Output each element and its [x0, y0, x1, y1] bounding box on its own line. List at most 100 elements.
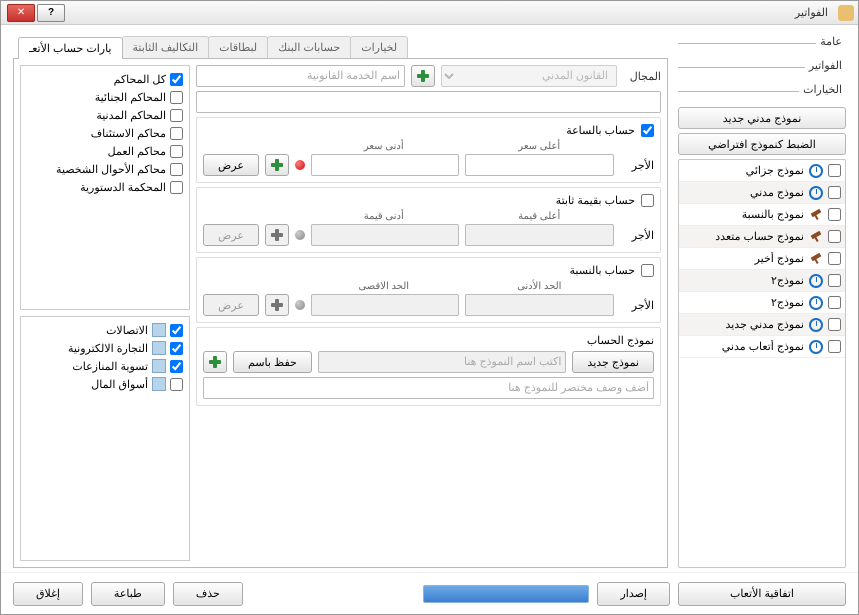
court-checkbox[interactable] [170, 73, 183, 86]
model-list-item[interactable]: نموذج أخير [679, 248, 845, 270]
close-button[interactable]: إغلاق [13, 582, 83, 606]
court-row[interactable]: المحاكم المدنية [27, 106, 183, 124]
hourly-title: حساب بالساعة [566, 124, 635, 137]
tab-1[interactable]: التكاليف الثابتة [122, 36, 210, 58]
progress-bar [423, 585, 589, 603]
court-row[interactable]: المحاكم الجنائية [27, 88, 183, 106]
model-item-checkbox[interactable] [828, 340, 841, 353]
service-full-input[interactable] [196, 91, 661, 113]
percent-view-button: عرض [203, 294, 259, 316]
print-button[interactable]: طباعة [91, 582, 165, 606]
category-checkbox[interactable] [170, 324, 183, 337]
court-row[interactable]: محاكم الاستئناف [27, 124, 183, 142]
model-item-label: نموذج حساب متعدد [683, 230, 804, 243]
model-item-checkbox[interactable] [828, 274, 841, 287]
app-icon [838, 5, 854, 21]
category-row[interactable]: الاتصالات [27, 321, 183, 339]
tab-3[interactable]: حسابات البنك [267, 36, 351, 58]
category-checkbox[interactable] [170, 342, 183, 355]
model-list-item[interactable]: نموذج٢ [679, 270, 845, 292]
model-list-item[interactable]: نموذج مدني [679, 182, 845, 204]
field-select: القانون المدني [441, 65, 617, 87]
field-add-button[interactable] [411, 65, 435, 87]
category-row[interactable]: التجارة الالكترونية [27, 339, 183, 357]
issue-button[interactable]: إصدار [597, 582, 670, 606]
category-icon [152, 359, 166, 373]
category-icon [152, 341, 166, 355]
model-list-item[interactable]: نموذج أتعاب مدني [679, 336, 845, 358]
footer: اتفاقية الأتعاب إصدار حذف طباعة إغلاق [1, 572, 858, 614]
model-list-item[interactable]: نموذج بالنسبة [679, 204, 845, 226]
hourly-checkbox[interactable] [641, 124, 654, 137]
plus-icon [271, 159, 283, 171]
court-row[interactable]: محاكم العمل [27, 142, 183, 160]
clock-icon [808, 273, 824, 289]
model-new-button[interactable]: نموذج جديد [572, 351, 654, 373]
tab-2[interactable]: لبطاقات [208, 36, 268, 58]
model-item-checkbox[interactable] [828, 208, 841, 221]
model-item-checkbox[interactable] [828, 186, 841, 199]
model-item-checkbox[interactable] [828, 230, 841, 243]
window-help-button[interactable]: ? [37, 4, 65, 22]
hammer-icon [808, 251, 824, 267]
category-row[interactable]: أسواق المال [27, 375, 183, 393]
model-item-label: نموذج أتعاب مدني [683, 340, 804, 353]
model-list-item[interactable]: نموذج جزائي [679, 160, 845, 182]
court-checkbox[interactable] [170, 109, 183, 122]
model-item-checkbox[interactable] [828, 318, 841, 331]
set-default-model-button[interactable]: الضبط كنموذج افتراضي [678, 133, 846, 155]
category-icon [152, 323, 166, 337]
court-row[interactable]: كل المحاكم [27, 70, 183, 88]
court-row[interactable]: المحكمة الدستورية [27, 178, 183, 196]
court-checkbox[interactable] [170, 163, 183, 176]
court-label: محاكم العمل [108, 145, 166, 158]
sidebar-section-general: عامة [678, 35, 846, 51]
field-label: المجال [623, 70, 661, 83]
new-civil-model-button[interactable]: نموذج مدني جديد [678, 107, 846, 129]
categories-list: الاتصالات التجارة الالكترونيةتسوية المناز… [20, 316, 190, 561]
sidebar-section-options: الخيارات [678, 83, 846, 99]
model-list-item[interactable]: نموذج٢ [679, 292, 845, 314]
fixed-add-button [265, 224, 289, 246]
titlebar: ✕ ? الفواتير [1, 1, 858, 25]
court-checkbox[interactable] [170, 91, 183, 104]
court-label: المحكمة الدستورية [80, 181, 166, 194]
model-desc-input[interactable] [203, 377, 654, 399]
window-close-button[interactable]: ✕ [7, 4, 35, 22]
plus-icon [271, 299, 283, 311]
hourly-view-button[interactable]: عرض [203, 154, 259, 176]
model-list-item[interactable]: نموذج حساب متعدد [679, 226, 845, 248]
window-title: الفواتير [65, 6, 834, 19]
service-name-input[interactable] [196, 65, 405, 87]
model-item-checkbox[interactable] [828, 252, 841, 265]
category-label: الاتصالات [106, 324, 148, 337]
court-checkbox[interactable] [170, 145, 183, 158]
fixed-checkbox[interactable] [641, 194, 654, 207]
hourly-max-input[interactable] [465, 154, 614, 176]
agreement-button[interactable]: اتفاقية الأتعاب [678, 582, 846, 606]
model-item-checkbox[interactable] [828, 296, 841, 309]
model-add-button[interactable] [203, 351, 227, 373]
delete-button[interactable]: حذف [173, 582, 243, 606]
tab-4[interactable]: لخيارات [350, 36, 408, 58]
tab-0[interactable]: يارات حساب الأتعـ [18, 37, 123, 59]
court-checkbox[interactable] [170, 181, 183, 194]
hourly-add-button[interactable] [265, 154, 289, 176]
category-checkbox[interactable] [170, 360, 183, 373]
court-checkbox[interactable] [170, 127, 183, 140]
model-item-checkbox[interactable] [828, 164, 841, 177]
category-checkbox[interactable] [170, 378, 183, 391]
model-item-label: نموذج مدني [683, 186, 804, 199]
model-list-item[interactable]: نموذج مدني جديد [679, 314, 845, 336]
clock-icon [808, 339, 824, 355]
model-title: نموذج الحساب [587, 334, 654, 347]
court-label: محاكم الاستئناف [91, 127, 166, 140]
percent-wage-label: الأجر [620, 299, 654, 312]
court-label: كل المحاكم [114, 73, 166, 86]
court-row[interactable]: محاكم الأحوال الشخصية [27, 160, 183, 178]
hourly-min-input[interactable] [311, 154, 460, 176]
model-save-button[interactable]: حفظ باسم [233, 351, 312, 373]
model-item-label: نموذج٢ [683, 296, 804, 309]
category-row[interactable]: تسوية المنازعات [27, 357, 183, 375]
percent-checkbox[interactable] [641, 264, 654, 277]
